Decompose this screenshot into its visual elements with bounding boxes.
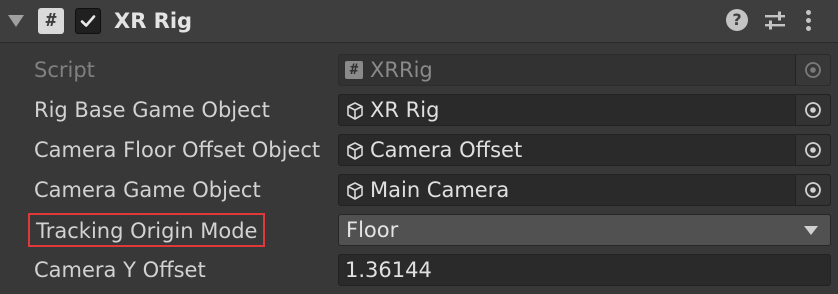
context-menu-icon[interactable] [804, 8, 812, 34]
object-picker-button[interactable] [795, 55, 830, 85]
field-label: Camera Y Offset [34, 258, 206, 282]
field-row-rig-base-game-object: Rig Base Game Object XR Rig [0, 90, 838, 130]
tracking-origin-mode-dropdown[interactable]: Floor [338, 214, 831, 246]
dropdown-arrow-icon [804, 226, 818, 235]
target-icon [805, 182, 821, 198]
dropdown-selected-value: Floor [346, 218, 399, 242]
gameobject-icon [347, 182, 363, 200]
object-picker-button[interactable] [795, 95, 830, 125]
presets-icon[interactable] [763, 9, 787, 33]
field-row-camera-game-object: Camera Game Object Main Camera [0, 170, 838, 210]
field-label: Camera Game Object [34, 178, 261, 202]
gameobject-icon [347, 142, 363, 160]
xr-rig-inspector: # XR Rig ? Script # XRRig Rig Base Game … [0, 0, 838, 294]
foldout-arrow-icon[interactable] [8, 15, 24, 27]
script-icon: # [345, 61, 363, 79]
hash-icon: # [38, 8, 64, 34]
object-field[interactable]: XR Rig [338, 94, 831, 126]
field-row-camera-y-offset: Camera Y Offset 1.36144 [0, 250, 838, 290]
object-field[interactable]: Main Camera [338, 174, 831, 206]
object-picker-button[interactable] [795, 175, 830, 205]
float-input[interactable]: 1.36144 [338, 254, 831, 286]
field-value: XRRig [370, 58, 433, 82]
script-field[interactable]: # XRRig [338, 54, 831, 86]
checkmark-icon [80, 15, 96, 27]
gameobject-icon [347, 102, 363, 120]
field-label: Rig Base Game Object [34, 98, 270, 122]
field-label: Camera Floor Offset Object [34, 138, 321, 162]
field-label-highlighted: Tracking Origin Mode [28, 213, 266, 247]
field-value: Main Camera [370, 178, 510, 202]
field-row-tracking-origin-mode: Tracking Origin Mode Floor [0, 210, 838, 250]
target-icon [805, 142, 821, 158]
field-value: XR Rig [370, 98, 440, 122]
field-row-script: Script # XRRig [0, 50, 838, 90]
field-row-camera-floor-offset-object: Camera Floor Offset Object Camera Offset [0, 130, 838, 170]
component-title: XR Rig [114, 9, 193, 33]
object-picker-button[interactable] [795, 135, 830, 165]
component-enabled-checkbox[interactable] [75, 8, 101, 34]
target-icon [805, 102, 821, 118]
component-header[interactable]: # XR Rig ? [0, 0, 838, 43]
object-field[interactable]: Camera Offset [338, 134, 831, 166]
help-icon[interactable]: ? [726, 9, 748, 31]
field-value: 1.36144 [345, 258, 432, 282]
field-value: Camera Offset [370, 138, 523, 162]
field-label: Script [34, 58, 95, 82]
target-icon [805, 62, 821, 78]
